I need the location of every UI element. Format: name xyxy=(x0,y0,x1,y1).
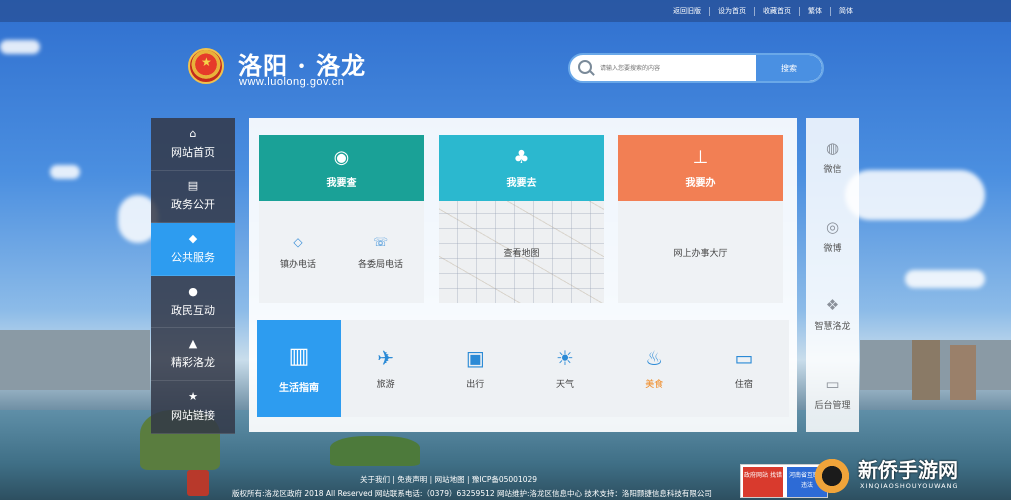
sub-label: 镇办电话 xyxy=(279,259,316,270)
life-guide-button[interactable]: ▥ 生活指南 xyxy=(257,320,341,417)
top-link-bookmark[interactable]: 收藏首页 xyxy=(754,6,799,16)
card-title: 我要查 xyxy=(326,177,357,189)
home-icon: ⌂ xyxy=(189,126,197,140)
watermark-title: 新侨手游网 xyxy=(858,458,958,482)
life-item-label: 旅游 xyxy=(376,380,395,390)
stamp-icon: ⊥ xyxy=(692,146,709,168)
search-button[interactable]: 搜索 xyxy=(756,55,822,81)
rightbar-label: 微信 xyxy=(823,165,842,176)
sidebar-item-links[interactable]: ★ 网站链接 xyxy=(151,381,235,434)
footprint-icon: ♣ xyxy=(513,146,530,168)
watermark-subtitle: XINQIAOSHOUYOUWANG xyxy=(860,482,959,490)
weather-icon: ☀ xyxy=(556,346,574,370)
bus-icon: ▣ xyxy=(465,346,485,370)
footer-links[interactable]: 关于我们 | 免责声明 | 网站地图 | 豫ICP备05001029 xyxy=(360,474,537,485)
rightbar-label: 微博 xyxy=(823,243,842,254)
sidebar-item-wonderful-luolong[interactable]: ▲ 精彩洛龙 xyxy=(151,328,235,381)
card-title: 我要去 xyxy=(506,177,537,189)
eye-icon: ◉ xyxy=(333,146,350,168)
bureau-phone-link[interactable]: ☏ 各委局电话 xyxy=(358,235,403,270)
sub-label: 各委局电话 xyxy=(357,259,403,270)
life-item-label: 天气 xyxy=(555,380,574,390)
wechat-button[interactable]: ◍ 微信 xyxy=(806,118,859,197)
life-item-travel[interactable]: ✈ 旅游 xyxy=(377,347,395,390)
sidebar-nav: ⌂ 网站首页 ▤ 政务公开 ◆ 公共服务 ● 政民互动 ▲ 精彩洛龙 ★ 网站链… xyxy=(151,118,235,434)
sidebar-item-label: 网站首页 xyxy=(171,145,215,159)
sidebar-item-home[interactable]: ⌂ 网站首页 xyxy=(151,118,235,171)
card-query-body: ◇ 镇办电话 ☏ 各委局电话 xyxy=(259,201,424,303)
bed-icon: ▭ xyxy=(734,346,754,370)
gov-site-error-badge[interactable]: 政府网站 找错 xyxy=(743,467,783,497)
sidebar-item-label: 公共服务 xyxy=(171,250,215,264)
fox-logo-icon xyxy=(812,456,852,496)
footer-copyright: 版权所有:洛龙区政府 2018 All Reserved 网站联系电话:（037… xyxy=(232,489,712,498)
top-link-simplified[interactable]: 简体 xyxy=(830,6,861,16)
site-url: www.luolong.gov.cn xyxy=(239,76,345,88)
flame-icon: ▲ xyxy=(188,337,198,351)
sidebar-item-label: 政务公开 xyxy=(171,198,215,212)
life-guide-items: ✈ 旅游 ▣ 出行 ☀ 天气 ♨ 美食 ▭ 住宿 xyxy=(341,320,789,417)
card-handle: ⊥ 我要办 网上办事大厅 xyxy=(618,135,783,303)
card-title: 我要办 xyxy=(685,177,716,189)
life-guide-label: 生活指南 xyxy=(279,382,319,394)
emblem-logo xyxy=(188,48,224,84)
sidebar-item-government-affairs[interactable]: ▤ 政务公开 xyxy=(151,171,235,224)
sidebar-item-label: 网站链接 xyxy=(171,408,215,422)
smart-city-icon: ❖ xyxy=(825,296,840,315)
card-query: ◉ 我要查 ◇ 镇办电话 ☏ 各委局电话 xyxy=(259,135,424,303)
top-link-traditional[interactable]: 繁体 xyxy=(799,6,830,16)
weibo-icon: ◎ xyxy=(825,217,840,236)
life-item-label: 住宿 xyxy=(734,380,753,390)
weibo-button[interactable]: ◎ 微博 xyxy=(806,197,859,276)
document-icon: ▤ xyxy=(187,179,199,193)
monitor-icon: ▭ xyxy=(825,374,840,393)
watermark: 新侨手游网 XINQIAOSHOUYOUWANG xyxy=(812,452,1008,500)
life-item-lodging[interactable]: ▭ 住宿 xyxy=(734,347,753,390)
life-item-weather[interactable]: ☀ 天气 xyxy=(556,347,574,390)
online-service-hall-link[interactable]: 网上办事大厅 xyxy=(673,246,727,259)
life-item-label: 出行 xyxy=(466,380,485,390)
search-box: 搜索 xyxy=(568,53,824,83)
town-phone-link[interactable]: ◇ 镇办电话 xyxy=(280,235,316,270)
view-map-link[interactable]: 查看地图 xyxy=(503,246,539,259)
star-icon: ★ xyxy=(188,389,198,403)
life-guide-section: ▥ 生活指南 ✈ 旅游 ▣ 出行 ☀ 天气 ♨ 美食 ▭ 住宿 xyxy=(257,320,789,417)
main-panel: ◉ 我要查 ◇ 镇办电话 ☏ 各委局电话 ♣ 我要去 查看地图 ⊥ 我要办 网上… xyxy=(249,118,797,432)
wechat-icon: ◍ xyxy=(825,139,840,158)
rightbar-label: 后台管理 xyxy=(814,400,851,411)
phone-icon: ☏ xyxy=(372,234,388,249)
chat-icon: ● xyxy=(188,284,198,298)
right-share-bar: ◍ 微信 ◎ 微博 ❖ 智慧洛龙 ▭ 后台管理 xyxy=(806,118,859,432)
sidebar-item-interaction[interactable]: ● 政民互动 xyxy=(151,276,235,329)
map-icon: ▥ xyxy=(288,343,310,369)
card-go: ♣ 我要去 查看地图 xyxy=(439,135,604,303)
card-go-header[interactable]: ♣ 我要去 xyxy=(439,135,604,201)
search-icon xyxy=(578,60,592,74)
sidebar-item-label: 政民互动 xyxy=(171,303,215,317)
rightbar-label: 智慧洛龙 xyxy=(814,322,851,333)
top-link-set-home[interactable]: 设为首页 xyxy=(709,6,754,16)
top-links: 返回旧版 设为首页 收藏首页 繁体 简体 xyxy=(665,0,861,22)
diamond-icon: ◆ xyxy=(188,231,198,245)
smart-luolong-button[interactable]: ❖ 智慧洛龙 xyxy=(806,275,859,354)
map-preview[interactable]: 查看地图 xyxy=(439,201,604,303)
search-input[interactable] xyxy=(600,55,756,81)
card-handle-body: 网上办事大厅 xyxy=(618,201,783,303)
life-item-food[interactable]: ♨ 美食 xyxy=(645,347,663,390)
sidebar-item-label: 精彩洛龙 xyxy=(171,356,215,370)
sidebar-item-public-services[interactable]: ◆ 公共服务 xyxy=(151,223,235,276)
card-handle-header[interactable]: ⊥ 我要办 xyxy=(618,135,783,201)
airplane-icon: ✈ xyxy=(377,346,394,370)
life-item-label: 美食 xyxy=(645,380,664,390)
card-query-header[interactable]: ◉ 我要查 xyxy=(259,135,424,201)
top-link-old-version[interactable]: 返回旧版 xyxy=(665,7,709,16)
top-bar: 返回旧版 设为首页 收藏首页 繁体 简体 xyxy=(0,0,1011,22)
life-item-transport[interactable]: ▣ 出行 xyxy=(466,347,485,390)
admin-button[interactable]: ▭ 后台管理 xyxy=(806,354,859,433)
tag-icon: ◇ xyxy=(293,234,303,249)
chef-hat-icon: ♨ xyxy=(645,346,664,370)
